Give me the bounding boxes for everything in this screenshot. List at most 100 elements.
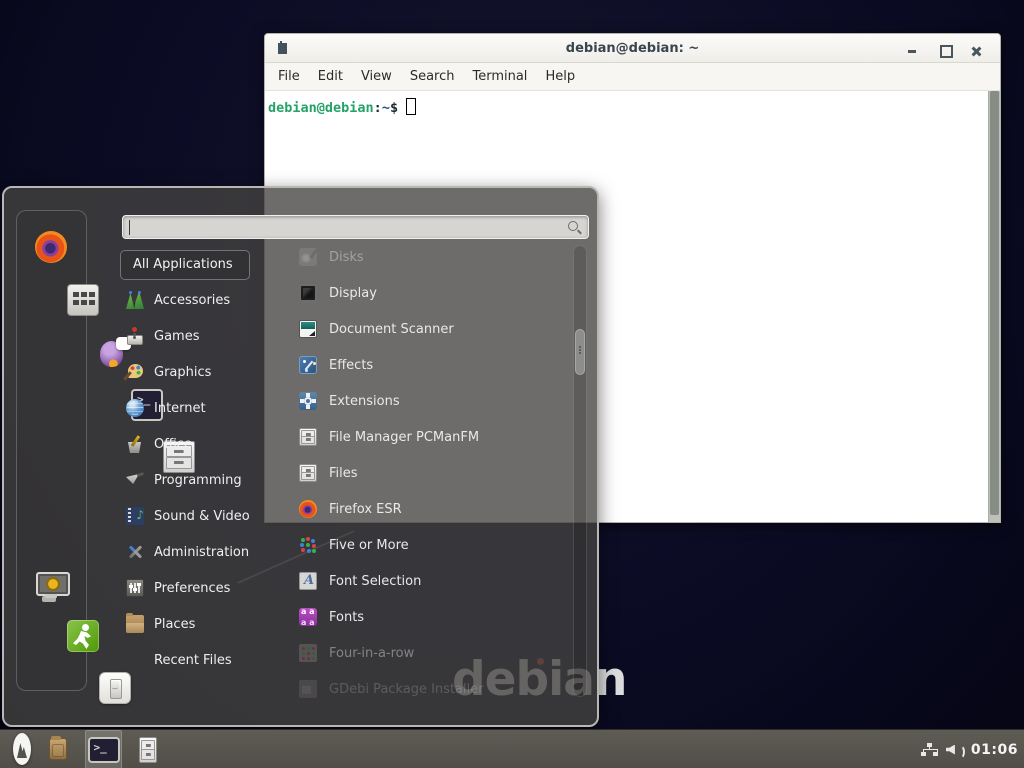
network-icon[interactable] — [921, 743, 939, 757]
app-font-selection[interactable]: Font Selection — [285, 563, 567, 599]
category-places[interactable]: Places — [118, 606, 282, 642]
category-label: Places — [154, 617, 195, 632]
scanner-icon — [299, 320, 317, 338]
terminal-scrollbar-thumb[interactable] — [990, 91, 999, 515]
office-icon — [126, 435, 144, 453]
app-display[interactable]: Display — [285, 275, 567, 311]
terminal-cursor — [406, 98, 416, 115]
terminal-titlebar[interactable]: debian@debian: ~ — [265, 34, 1000, 63]
applications-scrollbar[interactable] — [573, 245, 587, 697]
menubar-item-terminal[interactable]: Terminal — [463, 65, 536, 88]
app-document-scanner[interactable]: Document Scanner — [285, 311, 567, 347]
fontselection-icon — [299, 572, 317, 590]
category-preferences[interactable]: Preferences — [118, 570, 282, 606]
matemenu-icon — [13, 733, 31, 765]
window-controls — [896, 38, 992, 59]
all-applications-button[interactable]: All Applications — [120, 250, 250, 280]
clock[interactable]: 01:06 — [971, 742, 1018, 758]
volume-icon[interactable] — [946, 742, 964, 758]
gdebi-icon — [299, 680, 317, 698]
logout-button[interactable] — [67, 620, 99, 652]
taskbar-launcher-terminal[interactable] — [85, 730, 122, 768]
app-disks[interactable]: Disks — [285, 245, 567, 275]
app-label: Extensions — [329, 394, 400, 409]
category-list: Accessories Games Graphics Internet Offi… — [118, 282, 282, 678]
app-label: GDebi Package Installer — [329, 682, 484, 697]
app-fonts[interactable]: Fonts — [285, 599, 567, 635]
category-graphics[interactable]: Graphics — [118, 354, 282, 390]
category-label: Games — [154, 329, 199, 344]
cabinet-icon — [139, 737, 157, 763]
category-label: Internet — [154, 401, 206, 416]
search-input[interactable] — [122, 215, 589, 239]
taskbar-launcher-menu[interactable] — [6, 733, 38, 765]
app-four-in-a-row[interactable]: Four-in-a-row — [285, 635, 567, 671]
favorite-firefox[interactable] — [35, 231, 67, 263]
app-five-or-more[interactable]: Five or More — [285, 527, 567, 563]
applications-scrollbar-thumb[interactable] — [575, 329, 585, 375]
close-icon[interactable] — [960, 38, 992, 59]
terminal-scrollbar[interactable] — [988, 91, 1000, 522]
category-accessories[interactable]: Accessories — [118, 282, 282, 318]
fourinarow-icon — [299, 644, 317, 662]
app-label: Five or More — [329, 538, 409, 553]
app-files[interactable]: Files — [285, 455, 567, 491]
app-label: Document Scanner — [329, 322, 454, 337]
lock-screen-button[interactable] — [35, 569, 67, 601]
app-file-manager-pcmanfm[interactable]: File Manager PCManFM — [285, 419, 567, 455]
category-label: Graphics — [154, 365, 211, 380]
applications-list: Disks Display Document Scanner Effects E… — [285, 245, 567, 702]
menubar-item-view[interactable]: View — [352, 65, 401, 88]
prompt-path: ~ — [382, 100, 390, 116]
category-label: Office — [154, 437, 192, 452]
category-office[interactable]: Office — [118, 426, 282, 462]
category-administration[interactable]: Administration — [118, 534, 282, 570]
games-icon — [126, 327, 144, 345]
app-label: Four-in-a-row — [329, 646, 414, 661]
category-games[interactable]: Games — [118, 318, 282, 354]
terminal-title: debian@debian: ~ — [265, 41, 1000, 56]
category-internet[interactable]: Internet — [118, 390, 282, 426]
search-icon — [577, 229, 582, 234]
maximize-icon[interactable] — [928, 38, 960, 59]
fiveormore-icon — [299, 536, 317, 554]
menubar-item-search[interactable]: Search — [401, 65, 464, 88]
fonts-icon — [299, 608, 317, 626]
system-tray: 01:06 — [921, 730, 1018, 768]
application-menu: All Applications Accessories Games Graph… — [2, 186, 599, 727]
favorite-character-map[interactable] — [67, 284, 99, 316]
minimize-icon[interactable] — [896, 38, 928, 59]
app-effects[interactable]: Effects — [285, 347, 567, 383]
app-firefox-esr[interactable]: Firefox ESR — [285, 491, 567, 527]
category-programming[interactable]: Programming — [118, 462, 282, 498]
effects-icon — [299, 356, 317, 374]
category-label: Accessories — [154, 293, 230, 308]
menubar-item-help[interactable]: Help — [536, 65, 584, 88]
taskbar-launcher-file-manager[interactable] — [45, 738, 71, 760]
app-label: Font Selection — [329, 574, 421, 589]
disks-icon — [299, 248, 317, 266]
category-recent-files[interactable]: Recent Files — [118, 642, 282, 678]
programming-icon — [126, 471, 144, 489]
cabinet-icon — [299, 428, 317, 446]
extensions-icon — [299, 392, 317, 410]
taskbar-launcher-files[interactable] — [135, 737, 161, 763]
app-gdebi-package-installer[interactable]: GDebi Package Installer — [285, 671, 567, 702]
places-icon — [126, 615, 144, 633]
prompt-symbol: $ — [390, 100, 398, 116]
menubar-item-file[interactable]: File — [269, 65, 309, 88]
terminal-icon — [88, 737, 120, 763]
app-label: Fonts — [329, 610, 364, 625]
app-label: Firefox ESR — [329, 502, 402, 517]
menubar-item-edit[interactable]: Edit — [309, 65, 352, 88]
graphics-icon — [126, 363, 144, 381]
taskbar: 01:06 — [0, 729, 1024, 768]
folder-icon — [49, 738, 67, 760]
category-sound-video[interactable]: Sound & Video — [118, 498, 282, 534]
app-label: Disks — [329, 250, 364, 265]
category-label: Programming — [154, 473, 242, 488]
internet-icon — [126, 399, 144, 417]
soundvideo-icon — [126, 507, 144, 525]
accessories-icon — [126, 291, 144, 309]
app-extensions[interactable]: Extensions — [285, 383, 567, 419]
